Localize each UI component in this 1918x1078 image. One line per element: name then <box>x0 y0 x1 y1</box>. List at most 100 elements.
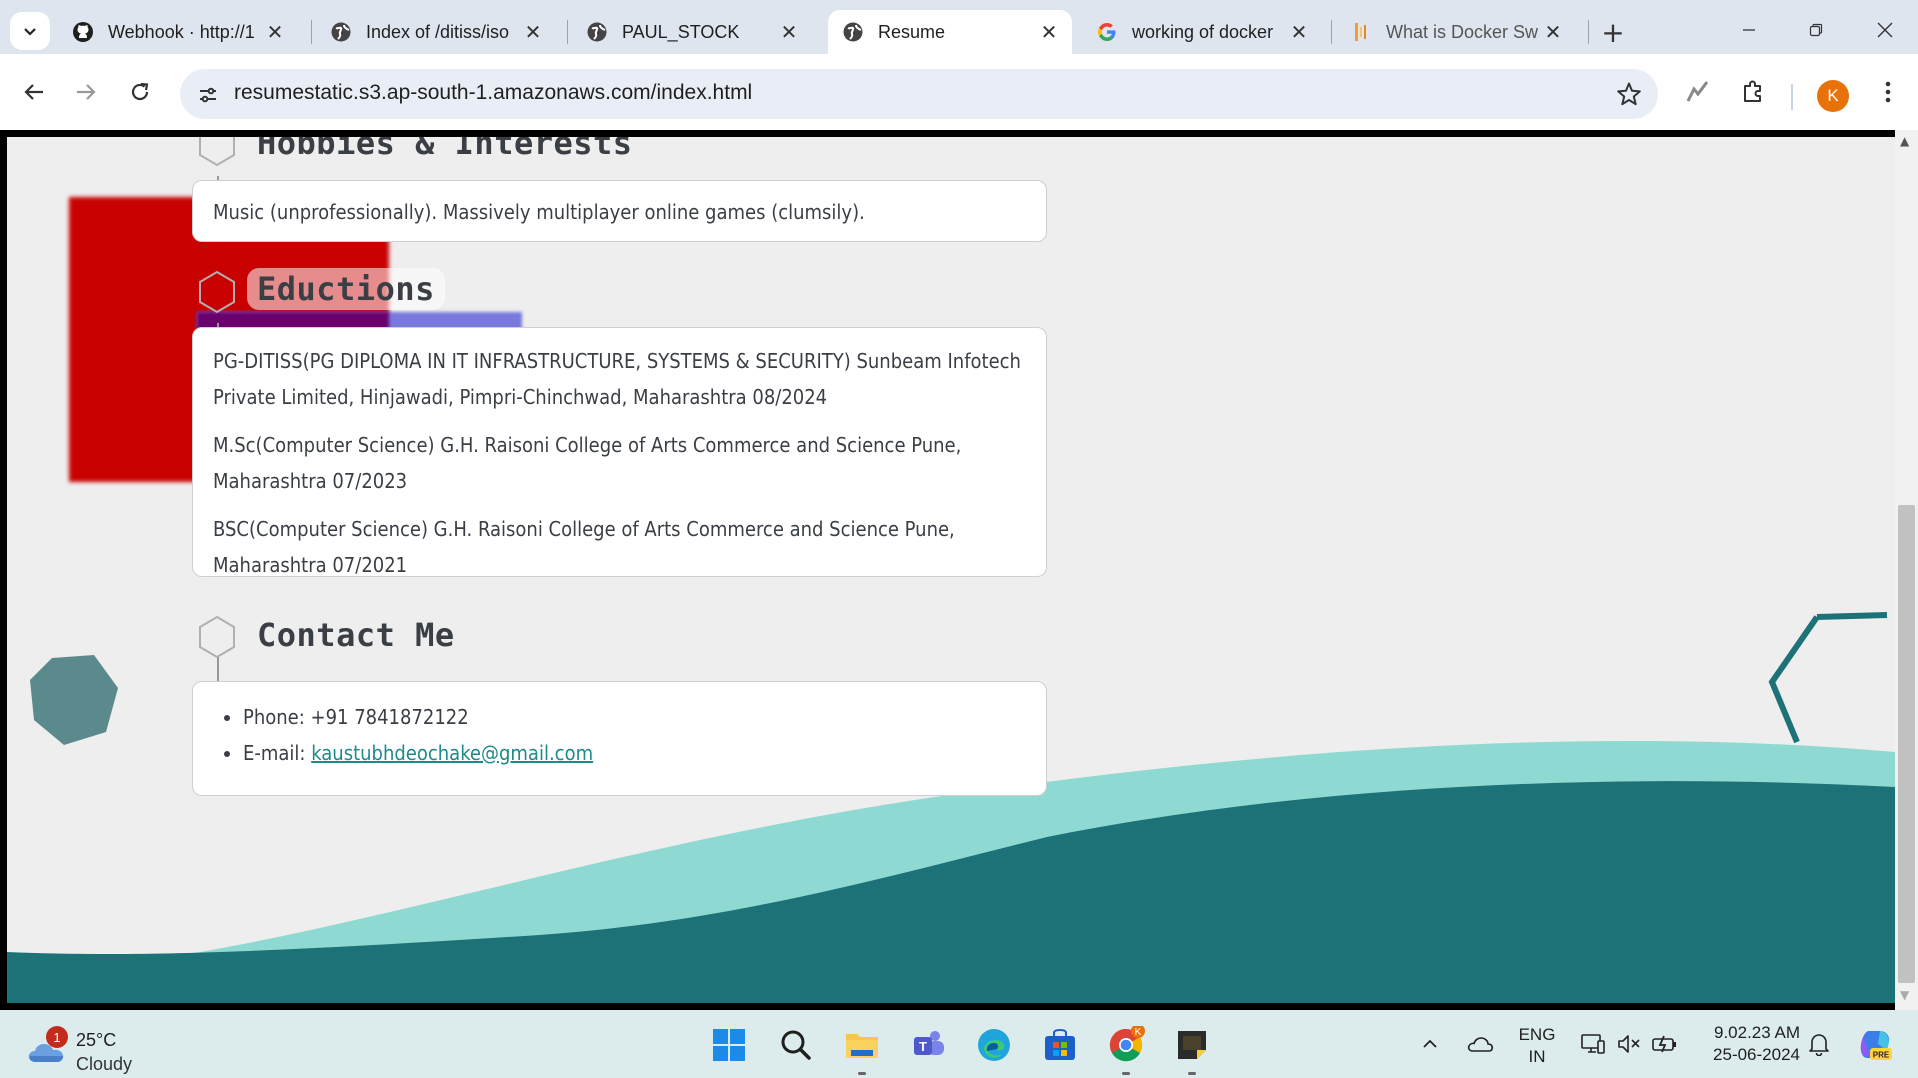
contact-list: Phone: +91 7841872122 E-mail: kaustubhde… <box>193 699 1046 771</box>
clock-date: 25-06-2024 <box>1713 1045 1800 1064</box>
close-window-button[interactable] <box>1862 10 1908 50</box>
github-icon <box>72 21 94 43</box>
tab-working-of-docker[interactable]: working of docker ✕ <box>1082 10 1322 54</box>
close-icon[interactable]: ✕ <box>520 19 546 45</box>
profile-avatar[interactable]: K <box>1817 80 1849 112</box>
onedrive-cloud-icon <box>1467 1037 1494 1052</box>
reload-icon <box>131 82 149 101</box>
tab-divider <box>1588 20 1589 44</box>
bookmark-star-icon[interactable] <box>1614 79 1644 109</box>
hobbies-card: Music (unprofessionally). Massively mult… <box>192 180 1047 242</box>
minimize-button[interactable] <box>1726 10 1772 50</box>
new-tab-button[interactable]: + <box>1595 14 1631 50</box>
taskbar-search-button[interactable] <box>774 1023 818 1067</box>
scrollbar-thumb[interactable] <box>1898 505 1915 983</box>
phone-label: Phone: <box>243 705 311 729</box>
restore-button[interactable] <box>1793 10 1839 50</box>
network-tray[interactable] <box>1576 1010 1610 1078</box>
forward-button[interactable] <box>66 72 106 112</box>
windows-start-button[interactable] <box>707 1023 751 1067</box>
tab-divider <box>311 20 312 44</box>
running-indicator <box>1122 1072 1130 1075</box>
education-item: PG-DITISS(PG DIPLOMA IN IT INFRASTRUCTUR… <box>213 349 1021 409</box>
chevron-up-icon <box>1423 1039 1437 1048</box>
bell-icon <box>1809 1034 1829 1056</box>
toolbar-divider <box>1791 84 1793 110</box>
input-language-indicator[interactable]: ENG IN <box>1515 1024 1559 1068</box>
copilot-button[interactable]: PRE <box>1852 1010 1898 1078</box>
globe-icon <box>330 21 352 43</box>
contact-phone-item: Phone: +91 7841872122 <box>243 699 1046 735</box>
taskbar-sticky-notes[interactable] <box>1170 1023 1214 1075</box>
clock-time: 9.02.23 AM <box>1713 1023 1800 1042</box>
taskbar-file-explorer[interactable] <box>840 1023 884 1075</box>
email-label: E-mail: <box>243 741 312 765</box>
volume-muted-icon <box>1618 1035 1640 1053</box>
close-icon[interactable]: ✕ <box>1036 19 1062 45</box>
site-settings-icon[interactable] <box>194 81 222 109</box>
tab-search-button[interactable] <box>10 12 50 50</box>
battery-charging-icon <box>1652 1035 1676 1053</box>
teams-icon: T <box>914 1031 944 1055</box>
folder-icon <box>846 1034 878 1058</box>
tab-title: Index of /ditiss/iso <box>366 21 510 42</box>
copilot-icon: PRE <box>1860 1031 1892 1060</box>
show-hidden-icons-button[interactable] <box>1415 1010 1445 1078</box>
copilot-badge: PRE <box>1873 1051 1890 1060</box>
system-clock[interactable]: 9.02.23 AM 25-06-2024 <box>1690 1022 1800 1066</box>
windows-logo-icon <box>713 1029 745 1061</box>
taskbar-store[interactable] <box>1038 1023 1082 1067</box>
tab-divider <box>1331 20 1332 44</box>
close-icon <box>1877 22 1893 38</box>
hexagon-bullet-icon <box>199 137 235 167</box>
hobbies-text: Music (unprofessionally). Massively mult… <box>213 200 865 224</box>
close-icon[interactable]: ✕ <box>776 19 802 45</box>
tab-title: What is Docker Sw <box>1386 21 1539 42</box>
taskbar-chrome[interactable]: K <box>1104 1023 1148 1075</box>
reload-button[interactable] <box>120 72 160 112</box>
svg-text:K: K <box>1135 1027 1142 1038</box>
weather-notification-badge: 1 <box>46 1026 68 1048</box>
tab-title: working of docker <box>1132 21 1274 42</box>
tab-title: PAUL_STOCK <box>622 21 740 42</box>
performance-icon[interactable] <box>1678 72 1718 112</box>
contact-title: Contact Me <box>257 616 455 654</box>
battery-tray[interactable] <box>1648 1010 1682 1078</box>
network-icon <box>1581 1034 1605 1054</box>
close-icon[interactable]: ✕ <box>262 19 288 45</box>
taskbar-edge[interactable] <box>972 1023 1016 1067</box>
contact-email-item: E-mail: kaustubhdeochake@gmail.com <box>243 735 1046 771</box>
back-button[interactable] <box>14 72 54 112</box>
language-code: ENG <box>1518 1025 1556 1044</box>
tab-webhook[interactable]: Webhook · http://1 ✕ <box>58 10 298 54</box>
timeline-connector <box>217 657 219 681</box>
arrow-right-icon <box>77 84 96 100</box>
tab-paul-stock[interactable]: PAUL_STOCK ✕ <box>572 10 812 54</box>
address-bar[interactable]: resumestatic.s3.ap-south-1.amazonaws.com… <box>180 69 1658 119</box>
close-icon[interactable]: ✕ <box>1286 19 1312 45</box>
scroll-down-arrow-icon[interactable]: ▼ <box>1900 988 1909 1002</box>
running-indicator <box>1188 1072 1196 1075</box>
sticky-notes-icon <box>1178 1031 1206 1059</box>
restore-icon <box>1809 23 1823 37</box>
scroll-up-arrow-icon[interactable]: ▲ <box>1900 134 1909 148</box>
tab-resume[interactable]: Resume ✕ <box>828 10 1072 54</box>
arrow-left-icon <box>24 84 43 100</box>
volume-tray[interactable] <box>1612 1010 1646 1078</box>
page-viewport: Hobbies & Interests Music (unprofessiona… <box>7 137 1895 1003</box>
education-card: PG-DITISS(PG DIPLOMA IN IT INFRASTRUCTUR… <box>192 327 1047 577</box>
running-indicator <box>858 1072 866 1075</box>
notifications-button[interactable] <box>1802 1010 1836 1078</box>
extensions-puzzle-icon[interactable] <box>1733 72 1773 112</box>
more-menu-icon[interactable] <box>1868 72 1908 112</box>
email-link[interactable]: kaustubhdeochake@gmail.com <box>311 741 593 765</box>
tab-divider <box>567 20 568 44</box>
chrome-icon: K <box>1109 1026 1145 1062</box>
hexagon-bullet-icon <box>199 615 235 659</box>
taskbar-teams[interactable]: T <box>907 1023 951 1067</box>
tab-what-is-docker-swarm[interactable]: What is Docker Sw ✕ <box>1336 10 1576 54</box>
minimize-icon <box>1743 29 1755 31</box>
tab-index-ditiss[interactable]: Index of /ditiss/iso ✕ <box>316 10 556 54</box>
onedrive-tray[interactable] <box>1462 1010 1498 1078</box>
close-icon[interactable]: ✕ <box>1540 19 1566 45</box>
